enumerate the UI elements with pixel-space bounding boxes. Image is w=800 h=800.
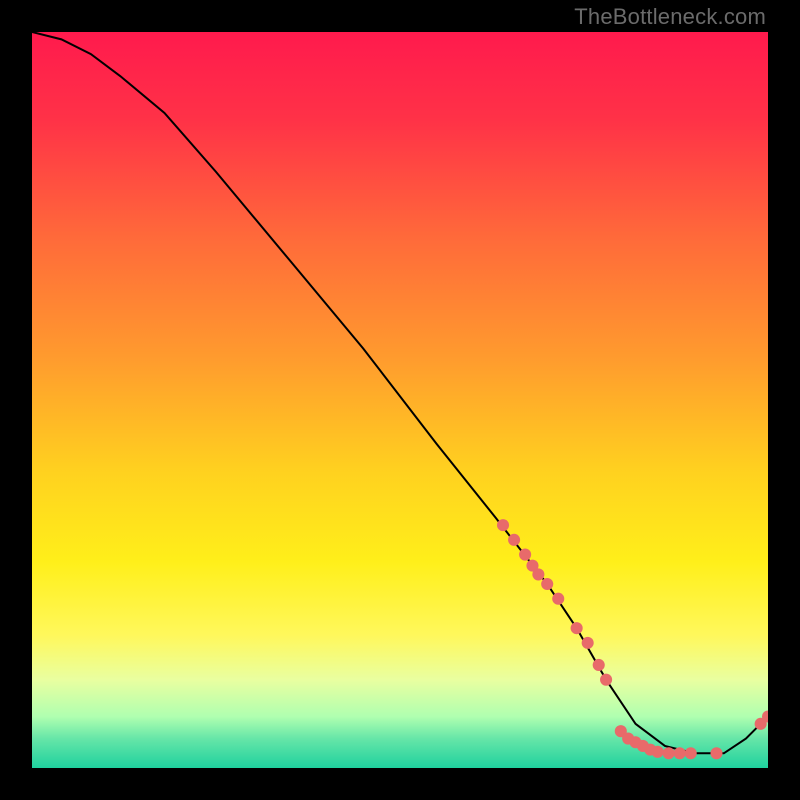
data-marker: [593, 659, 605, 671]
data-marker: [652, 746, 664, 758]
data-marker: [519, 549, 531, 561]
data-marker: [674, 747, 686, 759]
data-marker: [497, 519, 509, 531]
chart-stage: TheBottleneck.com: [0, 0, 800, 800]
data-marker: [571, 622, 583, 634]
data-marker: [541, 578, 553, 590]
line-layer: [32, 32, 768, 768]
data-marker: [600, 674, 612, 686]
series-main-line: [32, 32, 768, 753]
data-marker: [710, 747, 722, 759]
markers-group: [497, 519, 768, 759]
data-marker: [508, 534, 520, 546]
data-marker: [685, 747, 697, 759]
plot-area: [32, 32, 768, 768]
data-marker: [532, 568, 544, 580]
watermark-text: TheBottleneck.com: [574, 4, 766, 30]
data-marker: [552, 593, 564, 605]
data-marker: [582, 637, 594, 649]
data-marker: [663, 747, 675, 759]
